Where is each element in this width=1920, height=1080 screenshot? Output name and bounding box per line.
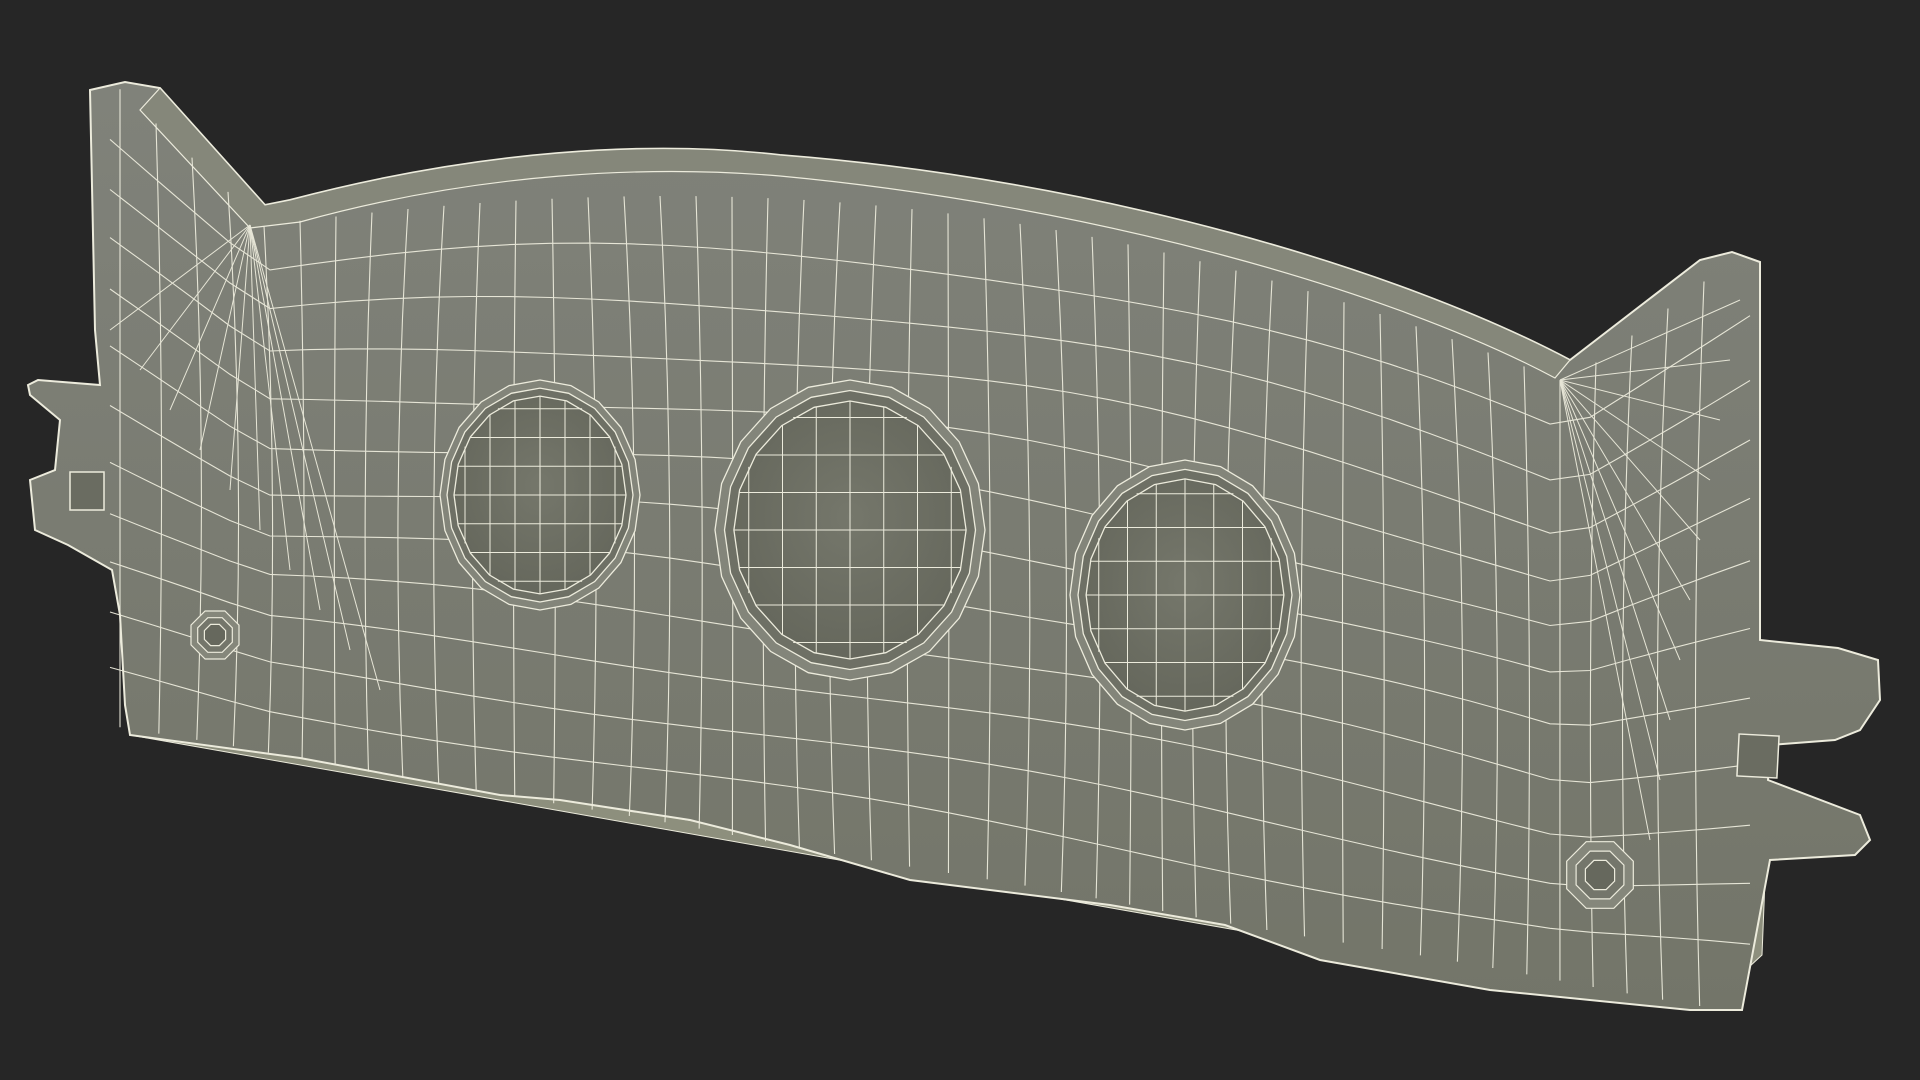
bolt-boss-ring: [203, 623, 227, 647]
left-tab-slot: [69, 471, 105, 511]
viewport: [0, 0, 1920, 1080]
right-tab-slot: [1736, 733, 1780, 779]
bolt-boss-ring: [1584, 859, 1616, 891]
wireframe-model-render: [26, 80, 1882, 1011]
